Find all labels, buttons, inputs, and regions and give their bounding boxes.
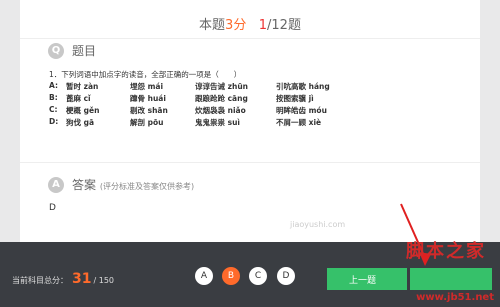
url-watermark: www.jb51.net [416,292,494,303]
next-question-button[interactable] [410,268,492,290]
header-prefix: 本题 [199,18,226,33]
choice-c-button[interactable]: C [249,267,267,285]
prev-question-button[interactable]: 上一题 [327,268,407,290]
question-section-header: Q 题目 [48,42,96,59]
logo-watermark: 脚本之家 [406,241,486,262]
choice-d-button[interactable]: D [277,267,295,285]
subject-total: 当前科目总分： 31 / 150 [12,271,114,287]
header-divider [20,38,480,39]
question-total: /12题 [267,18,301,33]
answer-divider [20,162,480,163]
total-label: 当前科目总分： [12,276,68,285]
question-stem: 1．下列词语中加点字的读音，全部正确的一项是（ ） [49,70,242,79]
answer-section-header: A 答案 (评分标准及答案仅供参考) [48,176,194,193]
answer-value: D [49,203,56,213]
question-title: 题目 [72,44,97,58]
question-score: 3分 [225,18,247,33]
question-header: 本题3分 1/12题 [20,14,480,33]
choice-b-button[interactable]: B [222,267,240,285]
answer-note: (评分标准及答案仅供参考) [99,182,195,191]
question-circle-icon: Q [48,42,64,59]
choice-a-button[interactable]: A [195,267,213,285]
answer-title: 答案 (评分标准及答案仅供参考) [72,178,195,192]
total-value: 31 [72,271,92,287]
site-watermark: jiaoyushi.com [290,220,346,229]
question-current: 1 [258,18,268,33]
answer-circle-icon: A [48,176,64,193]
total-max: / 150 [93,276,114,285]
